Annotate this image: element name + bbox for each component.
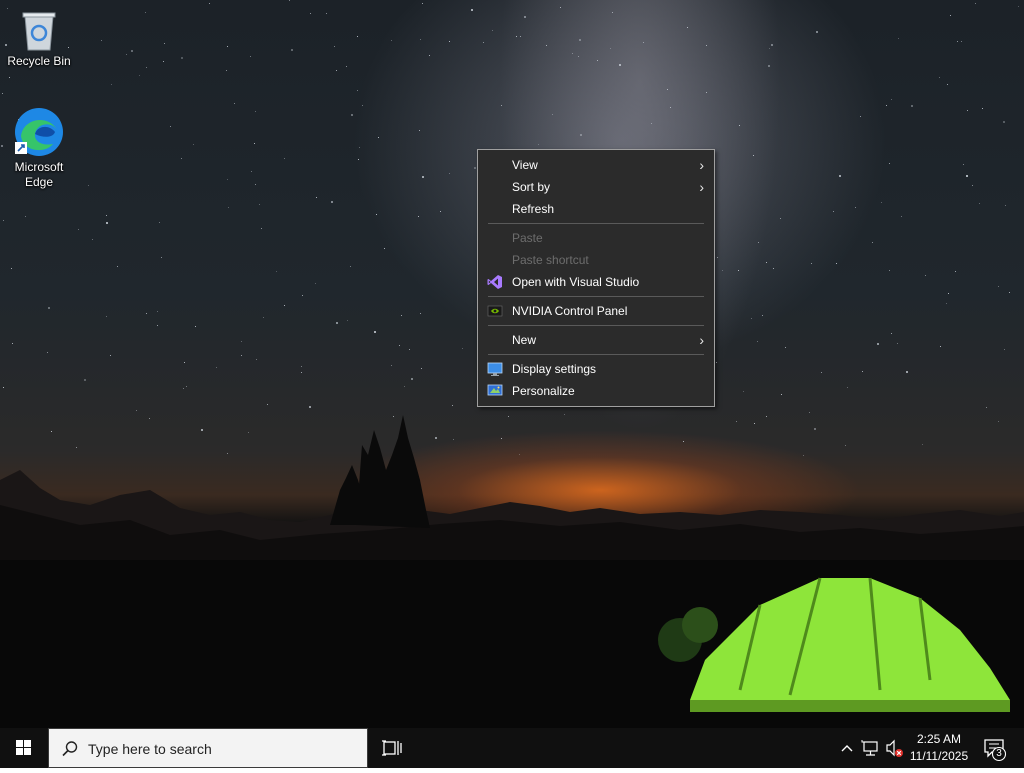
taskbar-search-box[interactable]: Type here to search — [48, 728, 368, 768]
notification-center-button[interactable]: 3 — [980, 728, 1012, 768]
start-button[interactable] — [0, 728, 48, 768]
desktop-context-menu: View › Sort by › Refresh Paste Paste sho… — [477, 149, 715, 407]
network-icon — [861, 740, 878, 756]
menu-item-label: Refresh — [512, 202, 555, 216]
desktop-icon-edge[interactable]: Microsoft Edge — [3, 106, 75, 190]
menu-item-display-settings[interactable]: Display settings — [478, 358, 714, 380]
menu-item-label: Paste shortcut — [512, 253, 589, 267]
network-button[interactable] — [860, 728, 882, 768]
search-placeholder: Type here to search — [88, 741, 212, 757]
task-view-button[interactable] — [372, 728, 412, 768]
menu-item-label: NVIDIA Control Panel — [512, 304, 628, 318]
menu-item-personalize[interactable]: Personalize — [478, 380, 714, 402]
menu-item-label: Personalize — [512, 384, 575, 398]
volume-muted-icon — [886, 739, 903, 757]
clock-time: 2:25 AM — [916, 732, 962, 746]
menu-item-label: New — [512, 333, 537, 347]
menu-separator — [488, 223, 704, 224]
windows-logo-icon — [16, 740, 31, 755]
taskbar-clock[interactable]: 2:25 AM 11/11/2025 — [906, 731, 972, 765]
menu-item-refresh[interactable]: Refresh — [478, 198, 714, 220]
menu-item-open-with-visual-studio[interactable]: Open with Visual Studio — [478, 271, 714, 293]
nvidia-icon — [487, 305, 503, 317]
menu-item-label: View — [512, 158, 538, 172]
edge-icon — [15, 108, 63, 156]
menu-separator — [488, 325, 704, 326]
menu-separator — [488, 296, 704, 297]
desktop-icon-label: Recycle Bin — [7, 54, 71, 68]
display-settings-icon — [487, 362, 503, 376]
menu-item-view[interactable]: View › — [478, 154, 714, 176]
chevron-up-icon — [841, 745, 853, 752]
menu-item-paste-shortcut: Paste shortcut — [478, 249, 714, 271]
notification-count-badge: 3 — [996, 748, 1002, 759]
volume-button[interactable] — [884, 728, 906, 768]
desktop-background[interactable]: Recycle Bin Microsoft Edge View › Sort b… — [0, 0, 1024, 728]
taskbar: Type here to search 2:25 AM 11/11/2025 3 — [0, 728, 1024, 768]
menu-item-nvidia-control-panel[interactable]: NVIDIA Control Panel — [478, 300, 714, 322]
clock-date: 11/11/2025 — [909, 749, 969, 763]
menu-item-new[interactable]: New › — [478, 329, 714, 351]
desktop-icon-recycle-bin[interactable]: Recycle Bin — [3, 8, 75, 69]
desktop-icon-label: Microsoft Edge — [14, 160, 64, 189]
task-view-icon — [382, 740, 402, 756]
menu-item-label: Open with Visual Studio — [512, 275, 640, 289]
recycle-bin-icon — [22, 12, 56, 51]
chevron-right-icon: › — [699, 179, 704, 195]
show-hidden-icons-button[interactable] — [838, 728, 856, 768]
menu-item-label: Display settings — [512, 362, 597, 376]
chevron-right-icon: › — [699, 157, 704, 173]
menu-item-sort-by[interactable]: Sort by › — [478, 176, 714, 198]
menu-item-paste: Paste — [478, 227, 714, 249]
personalize-icon — [487, 384, 503, 396]
menu-item-label: Paste — [512, 231, 543, 245]
chevron-right-icon: › — [699, 332, 704, 348]
menu-item-label: Sort by — [512, 180, 551, 194]
visual-studio-icon — [487, 275, 502, 289]
search-icon — [62, 741, 78, 757]
menu-separator — [488, 354, 704, 355]
